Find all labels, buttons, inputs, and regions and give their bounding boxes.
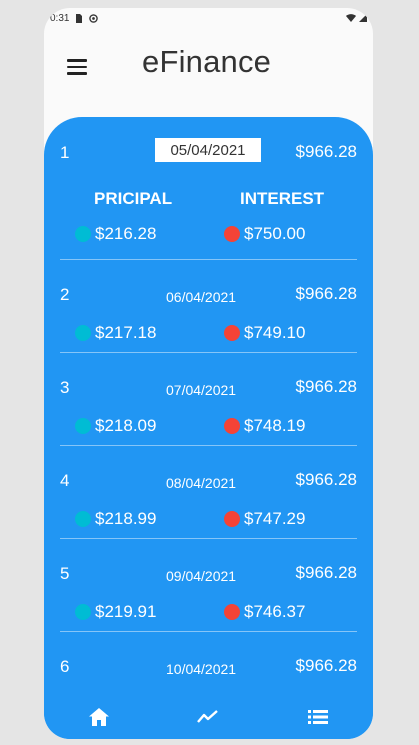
interest-value: $748.19 bbox=[244, 416, 306, 435]
nav-chart-button[interactable] bbox=[188, 697, 228, 737]
payment-schedule-panel: 1 05/04/2021 $966.28 PRICIPAL INTEREST $… bbox=[44, 117, 373, 739]
status-time: 0:31 bbox=[50, 12, 70, 24]
principal-dot-icon bbox=[75, 511, 91, 527]
interest-amount: $746.37 bbox=[224, 602, 305, 622]
principal-dot-icon bbox=[75, 325, 91, 341]
interest-dot-icon bbox=[224, 418, 240, 434]
at-icon bbox=[89, 13, 99, 23]
payment-date: 09/04/2021 bbox=[166, 568, 237, 584]
interest-value: $749.10 bbox=[244, 323, 306, 342]
principal-amount: $218.09 bbox=[75, 416, 156, 436]
principal-value: $218.09 bbox=[95, 416, 157, 435]
payment-total: $966.28 bbox=[295, 563, 357, 582]
payment-number: 2 bbox=[60, 285, 70, 304]
payment-number: 1 bbox=[60, 143, 70, 162]
payment-date: 05/04/2021 bbox=[155, 138, 261, 162]
bottom-nav bbox=[44, 695, 373, 739]
payment-row[interactable]: 6 10/04/2021 $966.28 $220.82 $745.46 bbox=[44, 632, 373, 695]
signal-icon bbox=[359, 14, 367, 22]
home-icon bbox=[88, 708, 109, 726]
principal-amount: $219.91 bbox=[75, 602, 156, 622]
principal-dot-icon bbox=[75, 418, 91, 434]
payment-row[interactable]: 1 05/04/2021 $966.28 PRICIPAL INTEREST $… bbox=[44, 117, 373, 260]
principal-dot-icon bbox=[75, 604, 91, 620]
payment-total: $966.28 bbox=[295, 656, 357, 675]
interest-value: $747.29 bbox=[244, 509, 306, 528]
principal-amount: $216.28 bbox=[75, 224, 156, 244]
app-bar: eFinance bbox=[44, 38, 373, 94]
payment-date: 10/04/2021 bbox=[166, 661, 237, 677]
payment-number: 3 bbox=[60, 378, 70, 397]
payment-row[interactable]: 5 09/04/2021 $966.28 $219.91 $746.37 bbox=[44, 539, 373, 632]
payment-total: $966.28 bbox=[295, 377, 357, 396]
nav-home-button[interactable] bbox=[79, 697, 119, 737]
interest-amount: $749.10 bbox=[224, 323, 305, 343]
principal-value: $218.99 bbox=[95, 509, 157, 528]
principal-value: $219.91 bbox=[95, 602, 157, 621]
nav-list-button[interactable] bbox=[298, 697, 338, 737]
payment-row[interactable]: 3 07/04/2021 $966.28 $218.09 $748.19 bbox=[44, 353, 373, 446]
payment-row[interactable]: 4 08/04/2021 $966.28 $218.99 $747.29 bbox=[44, 446, 373, 539]
interest-amount: $750.00 bbox=[224, 224, 305, 244]
interest-dot-icon bbox=[224, 511, 240, 527]
status-bar: 0:31 bbox=[44, 8, 373, 28]
payment-date: 06/04/2021 bbox=[166, 289, 237, 305]
list-icon bbox=[308, 710, 329, 724]
interest-amount: $747.29 bbox=[224, 509, 305, 529]
principal-amount: $217.18 bbox=[75, 323, 156, 343]
app-title: eFinance bbox=[142, 44, 272, 79]
payment-total: $966.28 bbox=[295, 284, 357, 303]
payment-total: $966.28 bbox=[295, 142, 357, 161]
trend-icon bbox=[197, 710, 219, 723]
sim-icon bbox=[76, 13, 83, 23]
payment-list[interactable]: 1 05/04/2021 $966.28 PRICIPAL INTEREST $… bbox=[44, 117, 373, 695]
interest-dot-icon bbox=[224, 226, 240, 242]
hamburger-menu-icon[interactable] bbox=[67, 59, 87, 75]
principal-header: PRICIPAL bbox=[94, 189, 173, 208]
payment-date: 07/04/2021 bbox=[166, 382, 237, 398]
interest-value: $750.00 bbox=[244, 224, 306, 243]
interest-amount: $748.19 bbox=[224, 416, 305, 436]
principal-value: $217.18 bbox=[95, 323, 157, 342]
interest-value: $746.37 bbox=[244, 602, 306, 621]
payment-row[interactable]: 2 06/04/2021 $966.28 $217.18 $749.10 bbox=[44, 260, 373, 353]
payment-total: $966.28 bbox=[295, 470, 357, 489]
payment-number: 6 bbox=[60, 657, 70, 676]
phone-screen: 0:31 eFinance 1 05/04/2021 $966.28 PRICI… bbox=[44, 8, 373, 739]
principal-dot-icon bbox=[75, 226, 91, 242]
wifi-icon bbox=[346, 14, 356, 22]
principal-value: $216.28 bbox=[95, 224, 157, 243]
payment-number: 4 bbox=[60, 471, 70, 490]
interest-dot-icon bbox=[224, 604, 240, 620]
principal-amount: $218.99 bbox=[75, 509, 156, 529]
interest-dot-icon bbox=[224, 325, 240, 341]
payment-number: 5 bbox=[60, 564, 70, 583]
payment-date: 08/04/2021 bbox=[166, 475, 237, 491]
interest-header: INTEREST bbox=[240, 189, 325, 208]
